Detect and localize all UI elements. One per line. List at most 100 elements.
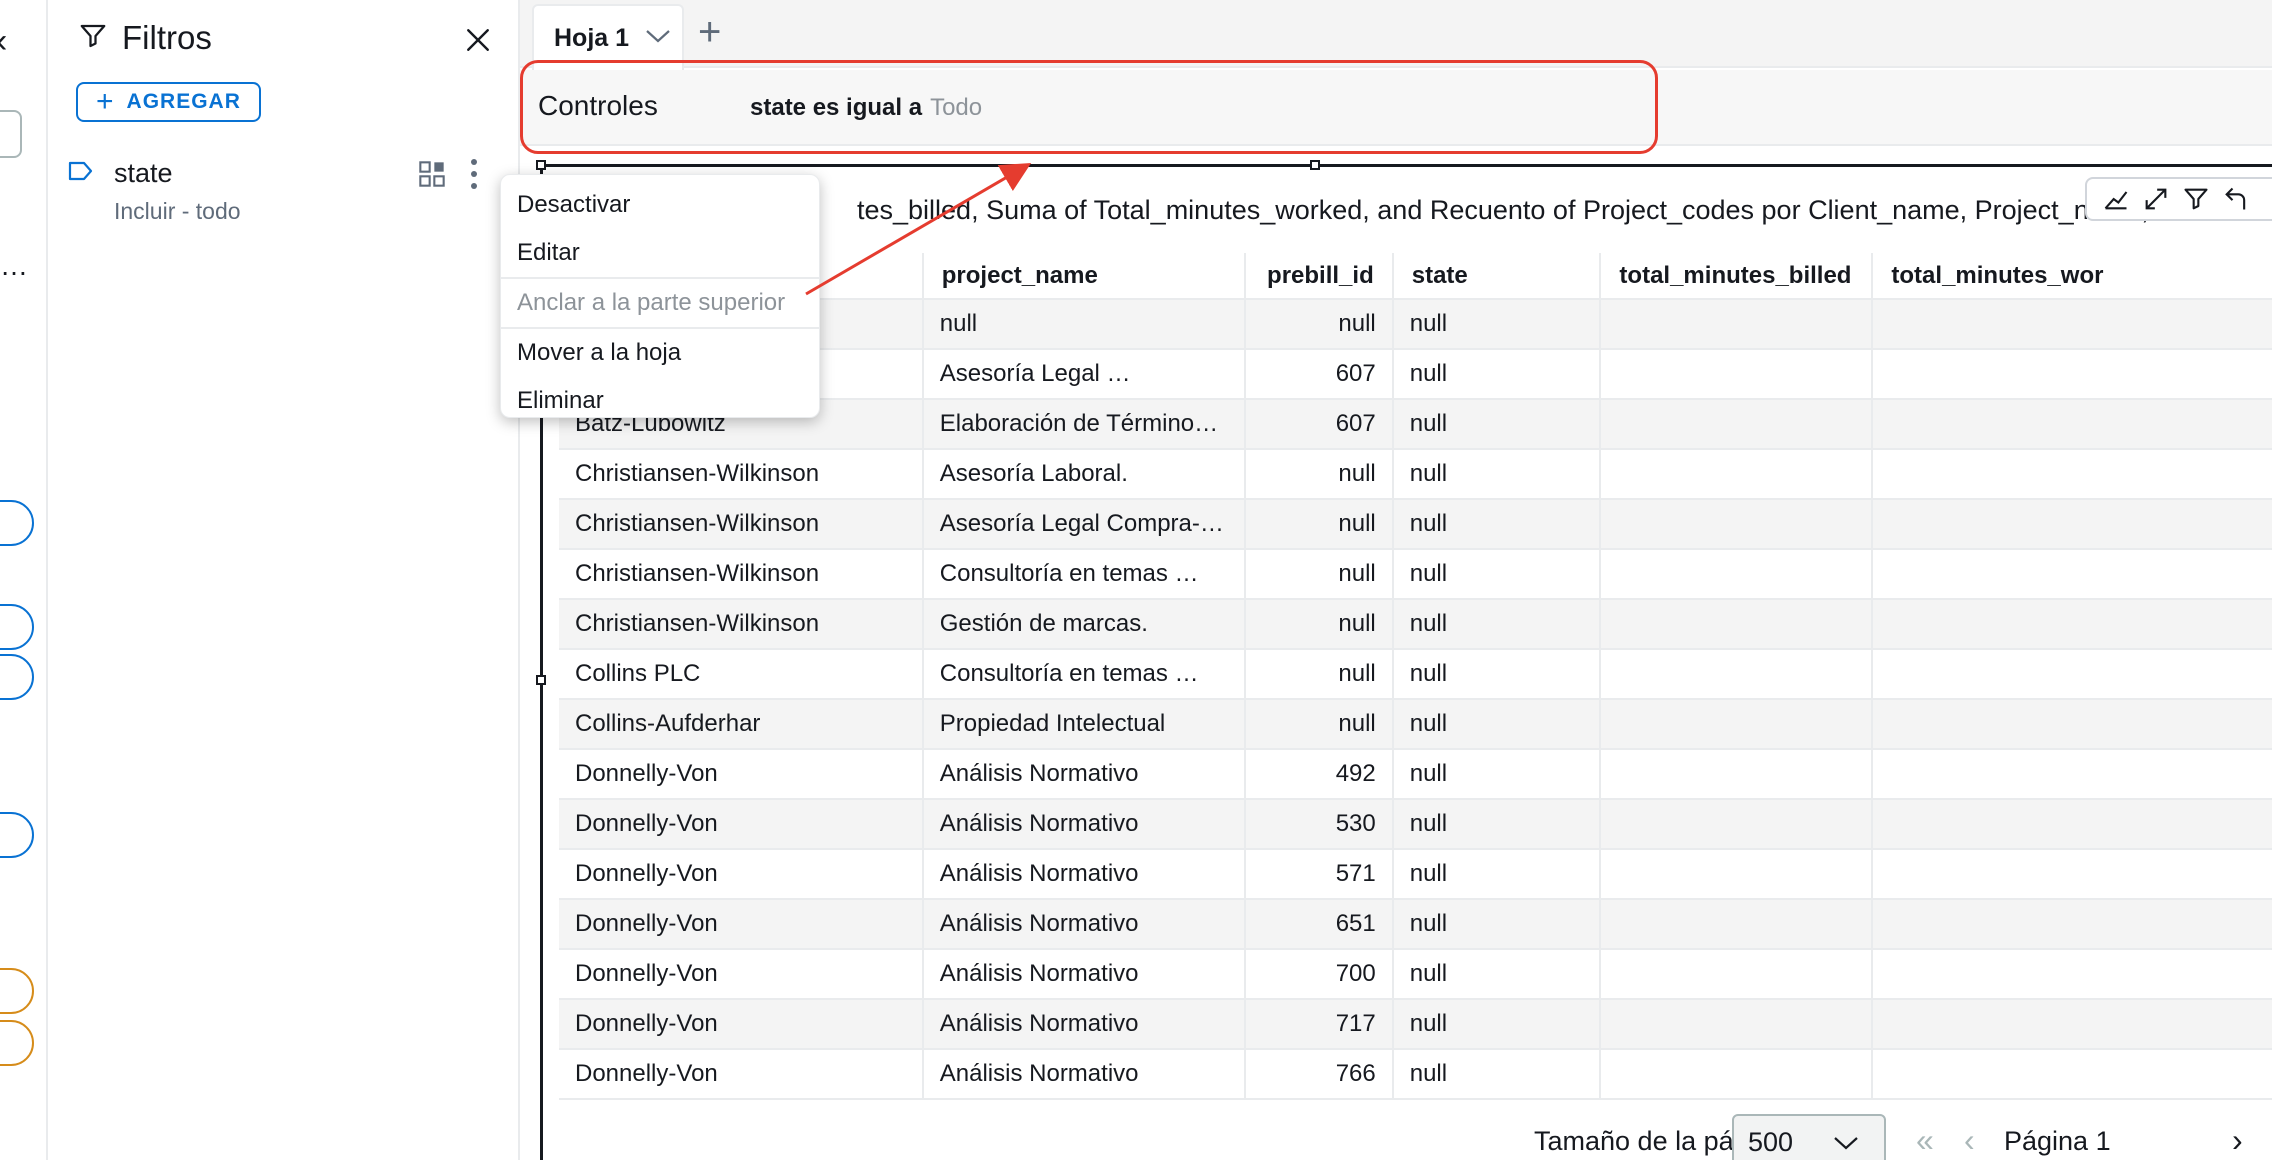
add-sheet-icon[interactable]: + bbox=[698, 10, 721, 55]
menu-item-mover[interactable]: Mover a la hoja bbox=[501, 329, 819, 377]
table-cell: null bbox=[1392, 849, 1602, 900]
table-cell: 571 bbox=[1244, 849, 1394, 900]
collapse-left-icon[interactable]: ‹ bbox=[0, 22, 7, 61]
column-header-project-name[interactable]: project_name bbox=[922, 253, 1246, 300]
table-cell: Christiansen-Wilkinson bbox=[559, 599, 924, 650]
table-cell: 717 bbox=[1244, 999, 1394, 1050]
collapsed-pill[interactable] bbox=[0, 1020, 34, 1066]
filter-item-state[interactable]: state Incluir - todo bbox=[68, 150, 508, 230]
resize-handle[interactable] bbox=[1310, 160, 1320, 170]
table-cell: null bbox=[1244, 499, 1394, 550]
apply-to-visuals-icon[interactable] bbox=[418, 160, 446, 193]
table-cell bbox=[1872, 799, 2272, 850]
ellipsis-icon: … bbox=[0, 250, 28, 281]
collapsed-pill[interactable] bbox=[0, 654, 34, 700]
table-cell bbox=[1600, 299, 1874, 350]
table-cell: Asesoría Legal … bbox=[922, 349, 1246, 400]
table-row[interactable]: Donnelly-Von Análisis Normativo 766 null bbox=[559, 1049, 2272, 1100]
table-cell: Donnelly-Von bbox=[559, 899, 924, 950]
first-page-icon[interactable]: « bbox=[1916, 1122, 1934, 1159]
next-page-icon[interactable]: › bbox=[2232, 1122, 2243, 1159]
table-cell: null bbox=[1392, 899, 1602, 950]
menu-item-eliminar[interactable]: Eliminar bbox=[501, 377, 819, 425]
table-cell: null bbox=[1392, 449, 1602, 500]
control-state-filter[interactable]: state es igual a Todo bbox=[750, 94, 982, 122]
table-cell: Propiedad Intelectual bbox=[922, 699, 1246, 750]
add-filter-label: AGREGAR bbox=[126, 90, 241, 113]
table-cell: Análisis Normativo bbox=[922, 749, 1246, 800]
table-row[interactable]: Donnelly-Von Análisis Normativo 717 null bbox=[559, 999, 2272, 1050]
column-header-total-minutes-worked[interactable]: total_minutes_wor bbox=[1872, 253, 2272, 300]
column-header-total-minutes-billed[interactable]: total_minutes_billed bbox=[1600, 253, 1874, 300]
table-cell: 530 bbox=[1244, 799, 1394, 850]
collapsed-pill[interactable] bbox=[0, 500, 34, 546]
tab-label: Hoja 1 bbox=[554, 23, 630, 52]
table-cell: null bbox=[1392, 749, 1602, 800]
close-filters-button[interactable] bbox=[458, 20, 498, 60]
table-row[interactable]: Donnelly-Von Análisis Normativo 492 null bbox=[559, 749, 2272, 800]
controls-bar: Controles state es igual a Todo bbox=[520, 70, 2272, 146]
table-cell: Donnelly-Von bbox=[559, 999, 924, 1050]
column-header-state[interactable]: state bbox=[1392, 253, 1602, 300]
table-row[interactable]: Christiansen-Wilkinson Asesoría Laboral. n… bbox=[559, 449, 2272, 500]
expand-icon[interactable] bbox=[2139, 182, 2173, 216]
table-cell bbox=[1600, 799, 1874, 850]
collapsed-pill[interactable] bbox=[0, 968, 34, 1014]
table-row[interactable]: Collins-Aufderhar Propiedad Intelectual nu… bbox=[559, 699, 2272, 750]
table-cell bbox=[1600, 699, 1874, 750]
insights-icon[interactable] bbox=[2099, 182, 2133, 216]
table-cell: null bbox=[1392, 499, 1602, 550]
table-row[interactable]: Christiansen-Wilkinson Consultoría en tem… bbox=[559, 549, 2272, 600]
table-cell: Consultoría en temas … bbox=[922, 549, 1246, 600]
pagination: Tamaño de la página 500 « ‹ Página 1 › bbox=[520, 1110, 2272, 1160]
collapsed-input[interactable] bbox=[0, 110, 22, 158]
column-header-prebill-id[interactable]: prebill_id bbox=[1244, 253, 1394, 300]
table-cell bbox=[1600, 999, 1874, 1050]
table-cell: 607 bbox=[1244, 349, 1394, 400]
visual-toolbar bbox=[2085, 177, 2272, 221]
resize-handle[interactable] bbox=[536, 675, 546, 685]
menu-item-editar[interactable]: Editar bbox=[501, 229, 819, 277]
table-cell: null bbox=[1392, 1049, 1602, 1100]
current-page: Página 1 bbox=[2004, 1126, 2111, 1156]
table-row[interactable]: Collins PLC Consultoría en temas … null nul… bbox=[559, 649, 2272, 700]
resize-handle[interactable] bbox=[536, 160, 546, 170]
control-condition: state es igual a bbox=[750, 94, 923, 121]
close-icon bbox=[467, 29, 489, 51]
table-row[interactable]: Christiansen-Wilkinson Gestión de marcas.… bbox=[559, 599, 2272, 650]
add-filter-button[interactable]: + AGREGAR bbox=[76, 82, 261, 122]
table-cell: 700 bbox=[1244, 949, 1394, 1000]
controls-label: Controles bbox=[538, 90, 658, 121]
page-size-select[interactable]: 500 bbox=[1732, 1114, 1886, 1160]
table-cell bbox=[1872, 949, 2272, 1000]
chevron-down-icon bbox=[1833, 1127, 1859, 1158]
more-options-icon[interactable] bbox=[2259, 182, 2272, 216]
filter-more-options-icon[interactable] bbox=[466, 156, 482, 197]
table-cell bbox=[1872, 549, 2272, 600]
table-row[interactable]: Donnelly-Von Análisis Normativo 651 null bbox=[559, 899, 2272, 950]
table-cell: Análisis Normativo bbox=[922, 999, 1246, 1050]
table-cell: Análisis Normativo bbox=[922, 799, 1246, 850]
table-cell: null bbox=[1392, 599, 1602, 650]
table-cell bbox=[1600, 749, 1874, 800]
swap-icon[interactable] bbox=[2219, 182, 2253, 216]
collapsed-pill[interactable] bbox=[0, 604, 34, 650]
table-cell bbox=[1872, 899, 2272, 950]
menu-item-desactivar[interactable]: Desactivar bbox=[501, 181, 819, 229]
previous-page-icon[interactable]: ‹ bbox=[1964, 1122, 1975, 1159]
table-cell: null bbox=[922, 299, 1246, 350]
table-cell: Donnelly-Von bbox=[559, 849, 924, 900]
filter-icon[interactable] bbox=[2179, 182, 2213, 216]
table-cell: null bbox=[1244, 599, 1394, 650]
table-cell: Análisis Normativo bbox=[922, 949, 1246, 1000]
table-row[interactable]: Donnelly-Von Análisis Normativo 700 null bbox=[559, 949, 2272, 1000]
table-row[interactable]: Christiansen-Wilkinson Asesoría Legal Com… bbox=[559, 499, 2272, 550]
table-row[interactable]: Donnelly-Von Análisis Normativo 530 null bbox=[559, 799, 2272, 850]
table-cell: Donnelly-Von bbox=[559, 949, 924, 1000]
collapsed-pill[interactable] bbox=[0, 812, 34, 858]
chevron-down-icon[interactable] bbox=[645, 28, 671, 49]
collapsed-side-panel: ‹ … bbox=[0, 0, 48, 1160]
tab-hoja-1[interactable]: Hoja 1 bbox=[532, 4, 684, 70]
table-row[interactable]: Donnelly-Von Análisis Normativo 571 null bbox=[559, 849, 2272, 900]
table-cell: null bbox=[1244, 449, 1394, 500]
